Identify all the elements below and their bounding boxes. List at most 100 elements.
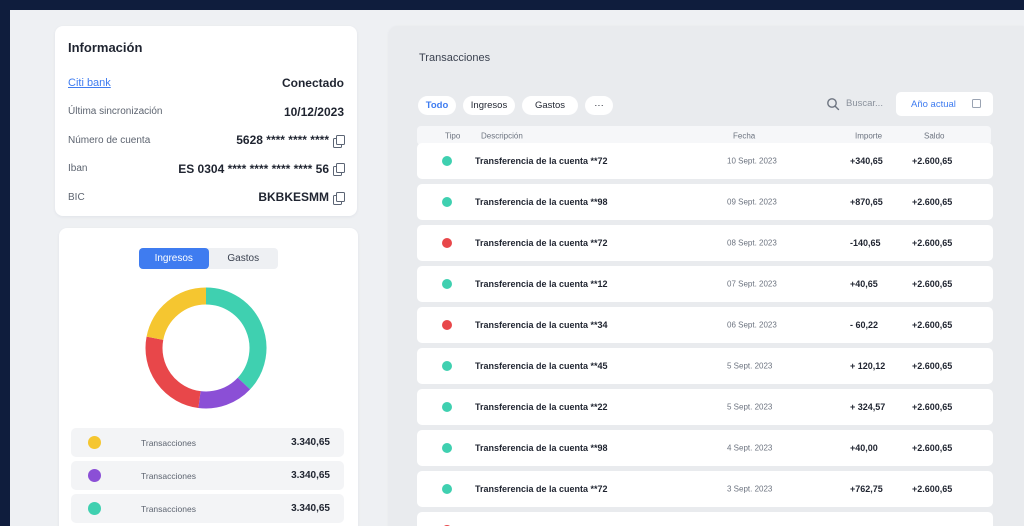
account-number-text: 5628 **** **** **** [236,133,329,148]
account-info-card: Información Citi bank Conectado Última s… [55,26,357,216]
row-balance: +2.600,65 [912,238,953,248]
row-balance: +2.600,65 [912,320,953,330]
account-number-value: 5628 **** **** **** [236,133,345,148]
row-amount: + 120,12 [850,361,886,371]
row-balance: +2.600,65 [912,484,953,494]
income-dot [442,197,452,207]
year-filter-label: Año actual [911,98,956,110]
iban-label: Iban [68,163,88,175]
donut-slice [205,287,267,390]
row-date: 4 Sept. 2023 [727,443,773,453]
iban-text: ES 0304 **** **** **** **** 56 [178,161,329,176]
income-dot [442,279,452,289]
income-dot [442,156,452,166]
row-balance: +2.600,65 [912,279,953,289]
transactions-panel: Transacciones Todo Ingresos Gastos ··· B… [389,26,1024,526]
info-row-sync: Última sincronización 10/12/2023 [68,98,344,127]
filter-more-button[interactable]: ··· [585,96,613,115]
legend-row: Transacciones 3.340,65 [71,494,344,523]
calendar-icon [972,99,981,108]
table-row[interactable]: Transferencia de la cuenta **22 5 Sept. 2… [417,389,993,425]
col-descripcion: Descripción [481,131,523,140]
table-row[interactable]: Transferencia de la cuenta **34 06 Sept. … [417,307,993,343]
table-row[interactable]: Transferencia de la cuenta **72 08 Sept. … [417,225,993,261]
copy-icon[interactable] [333,134,345,148]
info-title: Información [68,40,143,55]
income-expense-toggle: Ingresos Gastos [139,248,278,269]
row-date: 5 Sept. 2023 [727,402,773,412]
donut-slice [198,377,251,409]
table-row[interactable]: Transferencia de la cuenta **72 3 Sept. 2… [417,471,993,507]
row-description: Transferencia de la cuenta **72 [475,484,608,494]
table-row[interactable]: Transferencia de la cuenta **72 10 Sept. … [417,143,993,179]
legend-dot [88,469,101,482]
info-row-bic: BIC BKBKESMM [68,183,345,212]
income-dot [442,484,452,494]
year-filter-button[interactable]: Año actual [896,92,993,116]
copy-icon[interactable] [333,163,345,177]
row-date: 07 Sept. 2023 [727,279,777,289]
income-dot [442,443,452,453]
col-saldo: Saldo [924,131,945,140]
search-input[interactable]: Buscar... [846,98,883,109]
row-balance: +2.600,65 [912,443,953,453]
legend-label: Transacciones [141,503,196,514]
legend-row: Transacciones 3.340,65 [71,428,344,457]
col-fecha: Fecha [733,131,756,140]
row-date: 06 Sept. 2023 [727,320,777,330]
row-amount: -140,65 [850,238,881,248]
legend-value: 3.340,65 [291,437,330,448]
row-description: Transferencia de la cuenta **98 [475,197,608,207]
legend-row: Transacciones 3.340,65 [71,461,344,490]
row-date: 5 Sept. 2023 [727,361,773,371]
table-row[interactable]: Transferencia de la cuenta **98 09 Sept. … [417,184,993,220]
bic-text: BKBKESMM [258,190,329,205]
expense-dot [442,238,452,248]
iban-value: ES 0304 **** **** **** **** 56 [178,161,345,177]
row-description: Transferencia de la cuenta **98 [475,443,608,453]
row-date: 08 Sept. 2023 [727,238,777,248]
donut-slice [145,336,201,409]
breakdown-card: Ingresos Gastos Transacciones 3.340,65 T… [59,228,358,526]
sync-label: Última sincronización [68,106,163,118]
table-row[interactable]: Transferencia de la cuenta **723 Sept. 2… [417,512,993,526]
bank-link[interactable]: Citi bank [68,77,111,89]
row-amount: +40,65 [850,279,878,289]
filter-todo[interactable]: Todo [418,96,456,115]
row-date: 3 Sept. 2023 [727,484,773,494]
row-amount: +40,00 [850,443,878,453]
row-amount: - 60,22 [850,320,879,330]
table-row[interactable]: Transferencia de la cuenta **98 4 Sept. 2… [417,430,993,466]
account-number-label: Número de cuenta [68,134,151,146]
row-date: 09 Sept. 2023 [727,197,777,207]
row-amount: +762,75 [850,484,883,494]
copy-icon[interactable] [333,191,345,205]
row-description: Transferencia de la cuenta **72 [475,156,608,166]
legend-value: 3.340,65 [291,470,330,481]
row-description: Transferencia de la cuenta **34 [475,320,608,330]
income-dot [442,402,452,412]
row-amount: +870,65 [850,197,883,207]
table-row[interactable]: Transferencia de la cuenta **12 07 Sept. … [417,266,993,302]
legend-value: 3.340,65 [291,503,330,514]
row-date: 10 Sept. 2023 [727,156,777,166]
expense-dot [442,320,452,330]
row-description: Transferencia de la cuenta **22 [475,402,608,412]
filter-ingresos[interactable]: Ingresos [463,96,515,115]
table-row[interactable]: Transferencia de la cuenta **45 5 Sept. 2… [417,348,993,384]
tab-gastos[interactable]: Gastos [209,248,279,269]
donut-slice [146,287,207,341]
search-icon[interactable] [826,97,840,111]
tab-ingresos[interactable]: Ingresos [139,248,209,269]
app-frame: Información Citi bank Conectado Última s… [10,10,1024,526]
row-description: Transferencia de la cuenta **45 [475,361,608,371]
col-importe: Importe [855,131,883,140]
legend-label: Transacciones [141,437,196,448]
legend-dot [88,502,101,515]
filter-gastos[interactable]: Gastos [522,96,578,115]
row-description: Transferencia de la cuenta **72 [475,238,608,248]
row-balance: +2.600,65 [912,156,953,166]
sync-date: 10/12/2023 [283,104,344,119]
row-balance: +2.600,65 [912,361,953,371]
income-dot [442,361,452,371]
